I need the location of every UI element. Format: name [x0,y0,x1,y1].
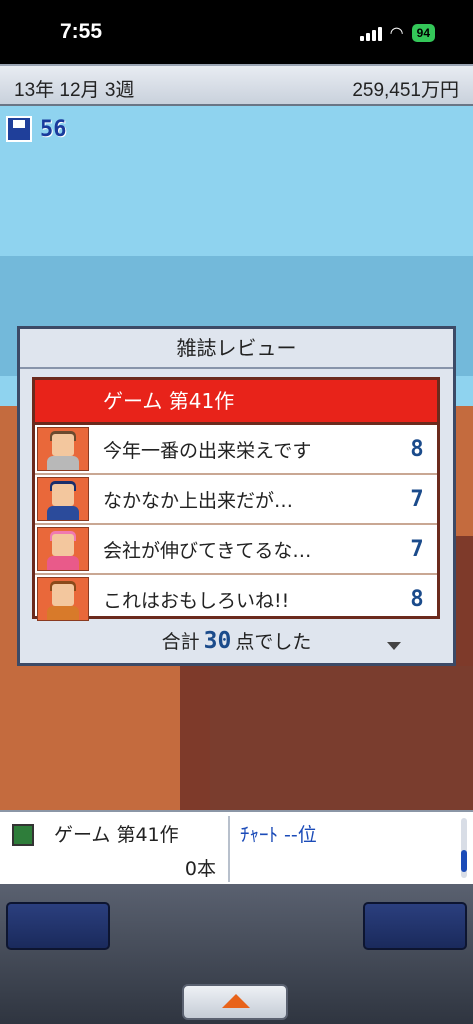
floppy-disk-icon [6,116,32,142]
status-icons: ◠ 94 [359,23,435,42]
open-menu-button[interactable] [182,984,288,1020]
review-row: 今年一番の出来栄えです 8 [35,425,437,475]
review-comment: 今年一番の出来栄えです [103,439,312,462]
review-row: これはおもしろいね!! 8 [35,575,437,623]
game-cartridge-icon [12,824,34,846]
magazine-review-dialog[interactable]: 雑誌レビュー ゲーム 第41作 今年一番の出来栄えです 8 なかなか上出来だが…… [17,326,456,666]
game-name: ゲーム 第41作 [54,824,179,846]
review-comment: なかなか上出来だが… [103,489,294,512]
left-menu-button[interactable] [6,902,110,950]
development-points: 56 [6,116,67,142]
review-score: 8 [410,436,424,462]
sales-count: 0本 [184,858,216,880]
status-bar: 7:55 ◠ 94 [0,0,473,64]
review-score: 8 [410,586,424,612]
review-comment: 会社が伸びてきてるな… [103,539,312,562]
control-area [0,884,473,1024]
game-info-panel[interactable]: ゲーム 第41作 0本 ﾁｬｰﾄ --位 [0,810,473,886]
next-page-icon[interactable] [387,642,401,650]
right-menu-button[interactable] [363,902,467,950]
reviewed-game-title: ゲーム 第41作 [35,380,437,425]
chart-rank: ﾁｬｰﾄ --位 [240,824,317,846]
review-score: 7 [410,536,424,562]
total-score: 30 [203,628,232,654]
disk-count: 56 [40,116,67,142]
reviewer-avatar-icon [37,477,89,521]
reviewer-avatar-icon [37,527,89,571]
building-wall [210,666,473,810]
scroll-thumb[interactable] [461,850,467,872]
status-time: 7:55 [60,20,103,43]
funds: 259,451万円 [352,80,459,101]
game-date: 13年 12月 3週 [14,80,135,101]
up-arrow-icon [222,994,250,1008]
signal-icon [359,25,382,41]
divider [228,816,230,882]
review-score: 7 [410,486,424,512]
top-bar: 13年 12月 3週 259,451万円 [0,64,473,106]
dialog-title: 雑誌レビュー [20,329,453,369]
reviewer-avatar-icon [37,427,89,471]
wifi-icon: ◠ [389,23,404,42]
total-suffix: 点でした [235,631,312,653]
battery-icon: 94 [411,24,435,42]
review-comment: これはおもしろいね!! [103,589,290,612]
reviewer-avatar-icon [37,577,89,621]
scrollbar[interactable] [461,818,467,878]
total-prefix: 合計 [161,631,200,653]
review-row: 会社が伸びてきてるな… 7 [35,525,437,575]
review-panel: ゲーム 第41作 今年一番の出来栄えです 8 なかなか上出来だが… 7 会社が伸… [32,377,440,621]
review-row: なかなか上出来だが… 7 [35,475,437,525]
